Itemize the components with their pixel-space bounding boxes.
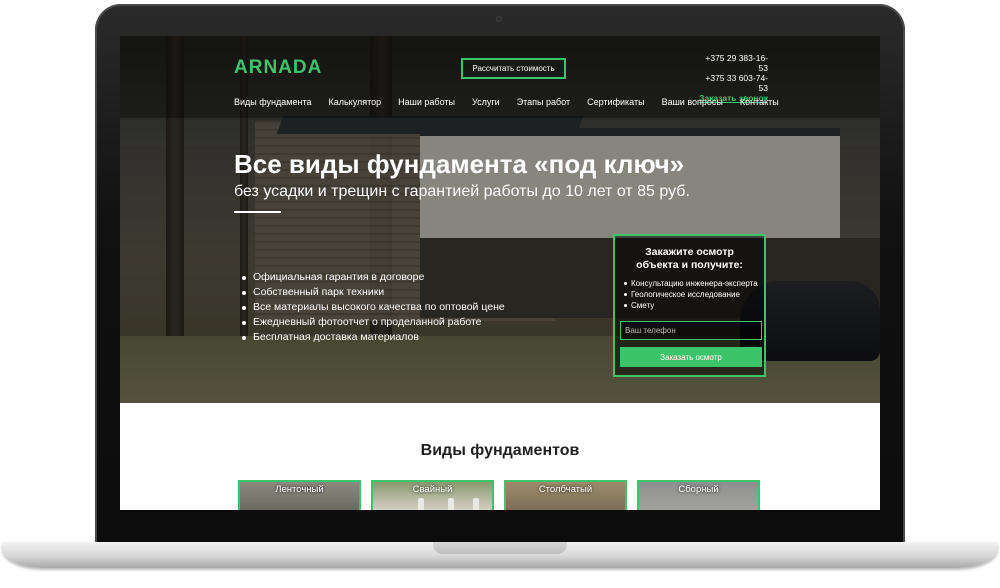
pile-image [448,498,454,510]
camera-icon [496,16,502,22]
form-benefits-list: Консультацию инженера-эксперта Геологиче… [624,278,759,311]
form-benefit-item: Смету [624,300,759,311]
card-label: Свайный [412,484,453,495]
nav-item-foundation-types[interactable]: Виды фундамента [234,97,311,107]
benefit-item: Официальная гарантия в договоре [242,270,505,285]
phone-input[interactable] [620,321,762,340]
logo-text: ARNADA [234,57,323,78]
hero-title: Все виды фундамента «под ключ» [234,149,685,179]
phone-number-2[interactable]: +375 33 603-74-53 [698,73,768,93]
calculate-cost-button[interactable]: Рассчитать стоимость [461,58,566,79]
foundation-card-prefab[interactable]: Сборный [637,480,760,510]
hero-section: ARNADA Рассчитать стоимость +375 29 383-… [120,36,880,403]
browser-screen: ARNADA Рассчитать стоимость +375 29 383-… [120,36,880,510]
card-label: Сборный [678,484,719,495]
nav-item-faq[interactable]: Ваши вопросы [662,97,723,107]
benefit-item: Все материалы высокого качества по оптов… [242,300,505,315]
phone-number-1[interactable]: +375 29 383-16-53 [698,53,768,73]
pile-image [418,498,424,510]
nav-item-services[interactable]: Услуги [472,97,500,107]
nav-item-contacts[interactable]: Контакты [740,97,779,107]
foundation-card-strip[interactable]: Ленточный [238,480,361,510]
form-title-line: Закажите осмотр [645,246,734,258]
card-label: Ленточный [275,484,324,495]
benefit-item: Бесплатная доставка материалов [242,330,505,345]
laptop-notch [433,542,567,554]
pile-image [473,498,479,510]
benefits-list: Официальная гарантия в договоре Собствен… [242,270,505,345]
form-benefit-item: Консультацию инженера-эксперта [624,278,759,289]
hero-subtitle: без усадки и трещин с гарантией работы д… [234,183,690,200]
benefit-item: Ежедневный фотоотчет о проделанной работ… [242,315,505,330]
inspection-request-form: Закажите осмотр объекта и получите: Конс… [613,234,766,377]
logo[interactable]: ARNADA [234,57,322,79]
nav-item-our-works[interactable]: Наши работы [398,97,455,107]
nav-item-calculator[interactable]: Калькулятор [328,97,381,107]
foundation-card-pile[interactable]: Свайный [371,480,494,510]
form-title: Закажите осмотр объекта и получите: [620,246,759,272]
header-contacts: +375 29 383-16-53 +375 33 603-74-53 Зака… [698,53,768,103]
order-inspection-button[interactable]: Заказать осмотр [620,347,762,367]
foundation-cards: Ленточный Свайный Столбчатый Сборный [238,480,760,510]
nav-item-work-stages[interactable]: Этапы работ [517,97,570,107]
hero-divider [234,211,281,213]
benefit-item: Собственный парк техники [242,285,505,300]
main-nav: Виды фундамента Калькулятор Наши работы … [234,97,796,107]
form-title-line: объекта и получите: [636,259,743,271]
foundation-types-title: Виды фундаментов [420,442,580,459]
foundation-card-column[interactable]: Столбчатый [504,480,627,510]
card-label: Столбчатый [538,484,593,495]
nav-item-certificates[interactable]: Сертификаты [587,97,644,107]
form-benefit-item: Геологическое исследование [624,289,759,300]
